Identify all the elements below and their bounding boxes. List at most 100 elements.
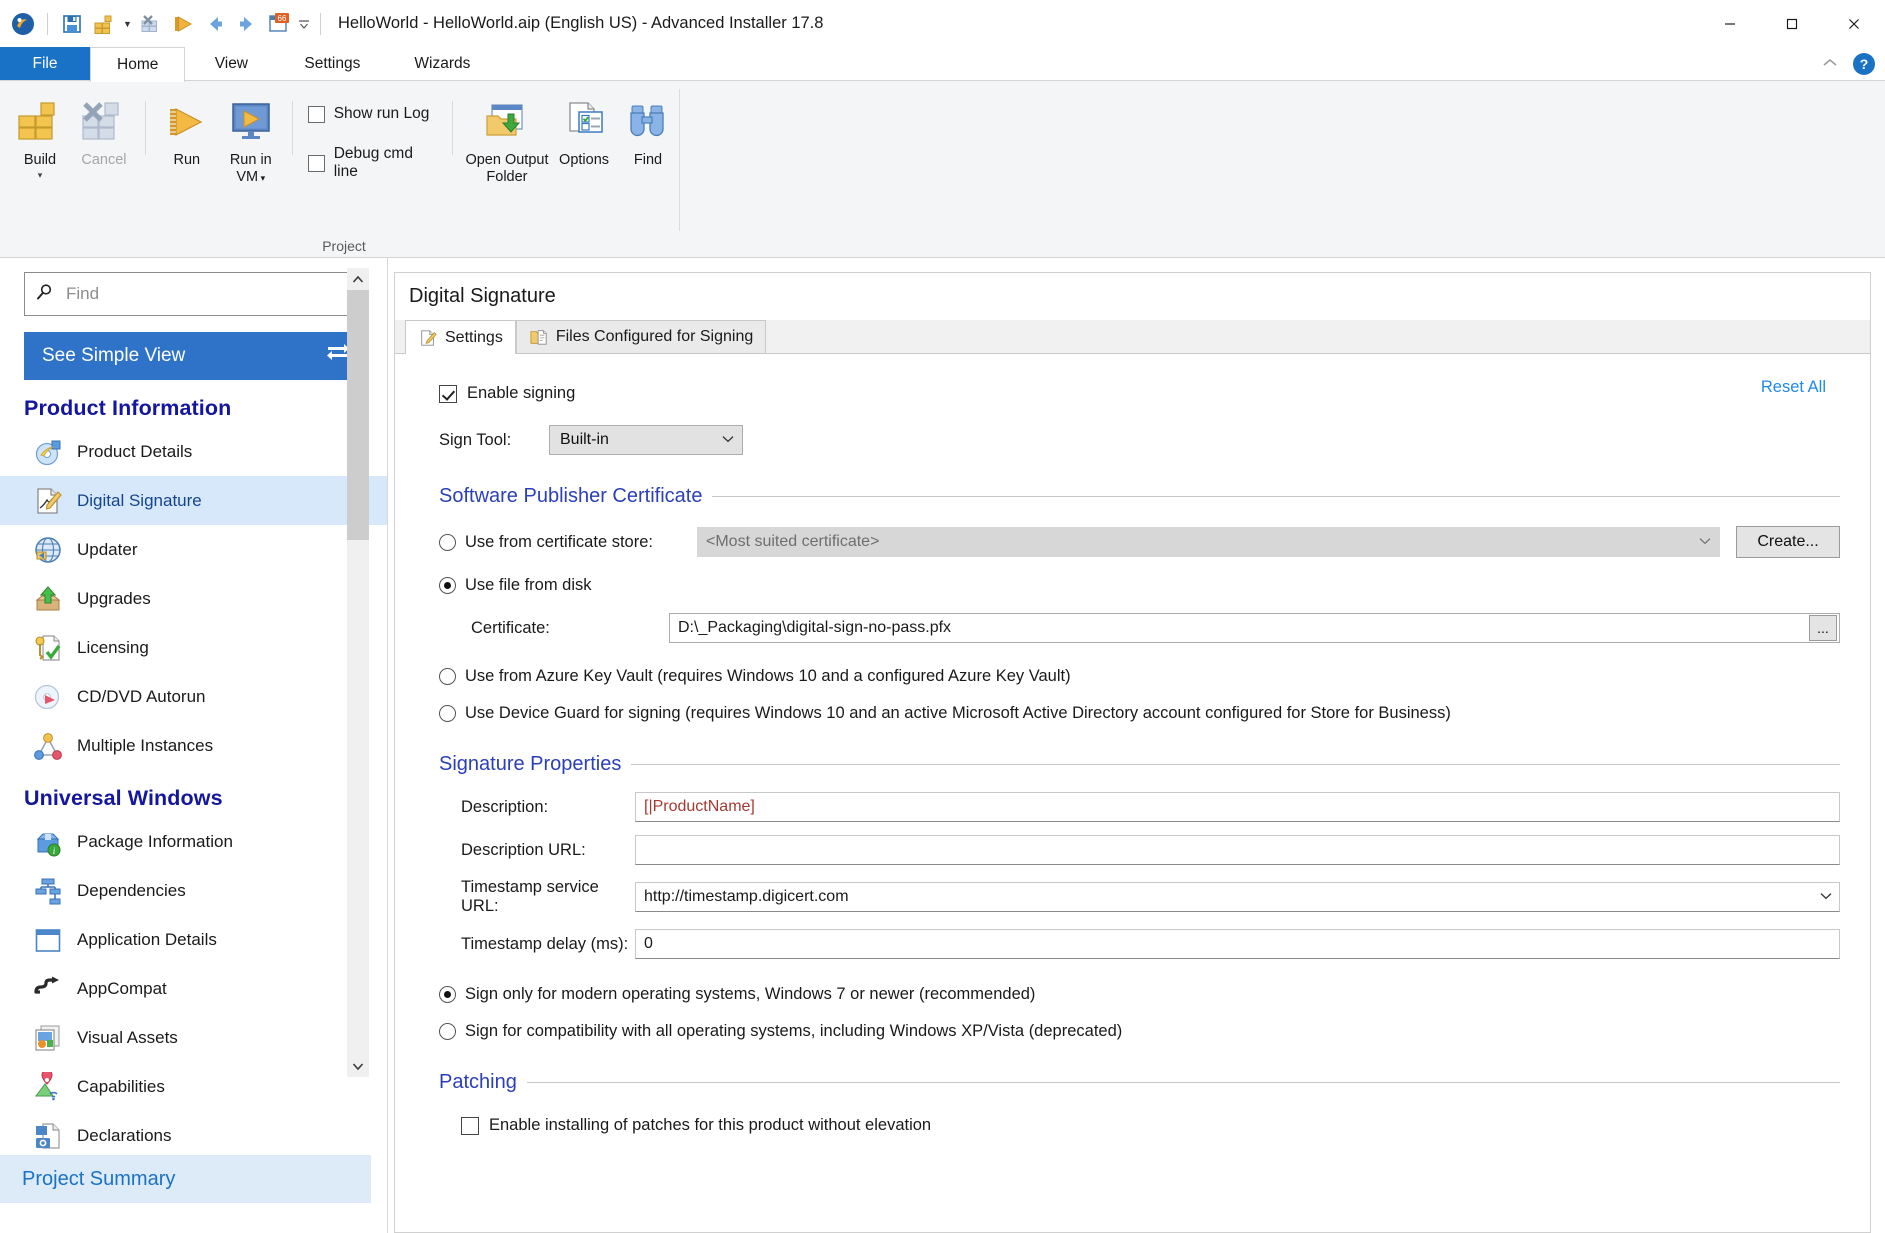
timestamp-delay-field-row: Timestamp delay (ms): 0 — [439, 929, 1840, 959]
use-device-guard-radio[interactable]: Use Device Guard for signing (requires W… — [439, 704, 1840, 723]
sidebar-item-upgrades[interactable]: Upgrades — [0, 574, 387, 623]
application-details-icon — [32, 924, 63, 955]
sidebar-item-package-information[interactable]: i Package Information — [0, 817, 387, 866]
maximize-button[interactable] — [1761, 0, 1823, 47]
sidebar-item-declarations[interactable]: Declarations — [0, 1111, 387, 1155]
options-button[interactable]: Options — [552, 91, 616, 173]
enable-patches-checkbox[interactable]: Enable installing of patches for this pr… — [439, 1116, 1840, 1135]
sidebar-item-label: Upgrades — [77, 588, 151, 608]
description-url-input[interactable] — [635, 835, 1840, 865]
use-file-from-disk-radio[interactable]: Use file from disk — [439, 576, 1840, 595]
build-button[interactable]: Build ▾ — [8, 91, 72, 183]
use-from-certificate-store-radio[interactable]: Use from certificate store: — [439, 533, 697, 552]
show-run-log-box[interactable] — [307, 105, 325, 123]
show-run-log-checkbox[interactable]: Show run Log — [307, 105, 433, 123]
tab-home[interactable]: Home — [90, 47, 186, 82]
qat-separator-2 — [320, 12, 321, 35]
use-device-guard-dot[interactable] — [439, 705, 456, 722]
sign-modern-os-radio[interactable]: Sign only for modern operating systems, … — [439, 985, 1840, 1004]
customize-qat-arrow[interactable] — [296, 9, 311, 39]
tab-view[interactable]: View — [185, 47, 277, 80]
sidebar-item-capabilities[interactable]: Capabilities — [0, 1062, 387, 1111]
ribbon-checkbox-group: Show run Log Debug cmd line — [302, 91, 443, 181]
search-box[interactable] — [24, 272, 369, 316]
use-from-certificate-store-label: Use from certificate store: — [465, 532, 653, 551]
help-icon[interactable]: ? — [1853, 53, 1875, 75]
sidebar-item-application-details[interactable]: Application Details — [0, 915, 387, 964]
run-in-vm-button[interactable]: Run in VM ▾ — [219, 91, 283, 189]
sidebar-item-digital-signature[interactable]: Digital Signature — [0, 476, 387, 525]
tab-file[interactable]: File — [0, 47, 90, 80]
sidebar-scrollbar[interactable] — [347, 268, 369, 1077]
sidebar-item-multiple-instances[interactable]: Multiple Instances — [0, 721, 387, 770]
tab-settings[interactable]: Settings — [277, 47, 387, 80]
scroll-down-arrow-icon[interactable] — [347, 1055, 369, 1077]
use-file-from-disk-dot[interactable] — [439, 577, 456, 594]
dependencies-icon — [32, 875, 63, 906]
description-input[interactable]: [|ProductName] — [635, 792, 1840, 822]
tab-files-configured[interactable]: Files Configured for Signing — [515, 320, 767, 353]
sidebar-item-cd-dvd-autorun[interactable]: CD/DVD Autorun — [0, 672, 387, 721]
sidebar-scrollbar-thumb[interactable] — [347, 290, 369, 540]
sidebar-item-appcompat[interactable]: AppCompat — [0, 964, 387, 1013]
certificate-path-input[interactable]: D:\_Packaging\digital-sign-no-pass.pfx .… — [669, 613, 1840, 643]
search-input[interactable] — [64, 283, 358, 305]
scroll-up-arrow-icon[interactable] — [347, 268, 369, 290]
timestamp-url-input[interactable]: http://timestamp.digicert.com — [635, 882, 1840, 912]
enable-patches-box[interactable] — [461, 1116, 479, 1135]
sidebar-item-label: Updater — [77, 539, 138, 559]
run-icon[interactable] — [168, 9, 198, 39]
sidebar-item-label: Licensing — [77, 637, 149, 657]
run-in-vm-line1: Run in — [229, 152, 272, 168]
see-simple-view-button[interactable]: See Simple View — [24, 332, 369, 380]
sign-modern-os-dot[interactable] — [439, 986, 456, 1003]
find-button[interactable]: Find — [616, 91, 680, 173]
sidebar-item-updater[interactable]: Updater — [0, 525, 387, 574]
timestamp-delay-input[interactable]: 0 — [635, 929, 1840, 959]
save-icon[interactable] — [57, 9, 87, 39]
tab-wizards[interactable]: Wizards — [387, 47, 497, 80]
debug-cmd-line-box[interactable] — [307, 154, 325, 172]
advanced-installer-window: ▼ 66 HelloWorld - HelloWorld.aip (Englis… — [0, 0, 1885, 1233]
tab-settings-page[interactable]: Settings — [405, 320, 516, 354]
run-in-vm-button-label: Run in VM ▾ — [229, 152, 272, 185]
sidebar-item-visual-assets[interactable]: Visual Assets — [0, 1013, 387, 1062]
collapse-ribbon-icon[interactable] — [1821, 56, 1839, 73]
browse-certificate-button[interactable]: ... — [1809, 615, 1837, 641]
use-azure-key-vault-dot[interactable] — [439, 668, 456, 685]
package-icon[interactable] — [136, 9, 166, 39]
sign-compat-os-radio[interactable]: Sign for compatibility with all operatin… — [439, 1022, 1840, 1041]
certificate-store-combo[interactable]: <Most suited certificate> — [697, 527, 1720, 557]
enable-signing-checkbox[interactable]: Enable signing — [439, 384, 1840, 403]
sidebar-item-dependencies[interactable]: Dependencies — [0, 866, 387, 915]
cancel-button[interactable]: Cancel — [72, 91, 136, 173]
open-output-folder-label: Open Output Folder — [465, 152, 548, 185]
group-divider-line — [712, 496, 1840, 497]
sidebar-item-licensing[interactable]: Licensing — [0, 623, 387, 672]
debug-cmd-line-checkbox[interactable]: Debug cmd line — [307, 145, 433, 181]
create-certificate-button[interactable]: Create... — [1736, 526, 1840, 558]
notifications-icon[interactable]: 66 — [264, 9, 294, 39]
enable-signing-box[interactable] — [439, 384, 457, 403]
forward-arrow-icon[interactable] — [232, 9, 262, 39]
find-button-label: Find — [633, 152, 663, 168]
quick-access-toolbar: ▼ 66 — [0, 9, 328, 39]
sidebar-item-label: Declarations — [77, 1125, 172, 1145]
minimize-button[interactable] — [1699, 0, 1761, 47]
sidebar-item-product-details[interactable]: Product Details — [0, 427, 387, 476]
chevron-down-icon[interactable] — [1820, 891, 1832, 903]
sign-compat-os-dot[interactable] — [439, 1023, 456, 1040]
use-from-certificate-store-dot[interactable] — [439, 533, 456, 551]
sign-tool-dropdown[interactable]: Built-in — [549, 425, 743, 455]
project-summary-button[interactable]: Project Summary — [0, 1155, 371, 1203]
build-icon[interactable] — [89, 9, 119, 39]
use-azure-key-vault-radio[interactable]: Use from Azure Key Vault (requires Windo… — [439, 667, 1840, 686]
build-dropdown-caret[interactable]: ▾ — [38, 170, 43, 179]
build-dropdown-arrow[interactable]: ▼ — [121, 9, 134, 39]
run-button[interactable]: Run — [155, 91, 219, 173]
back-arrow-icon[interactable] — [200, 9, 230, 39]
close-button[interactable] — [1823, 0, 1885, 47]
open-output-folder-button[interactable]: Open Output Folder — [462, 91, 552, 189]
app-logo-icon[interactable] — [8, 9, 38, 39]
reset-all-link[interactable]: Reset All — [1761, 378, 1826, 397]
